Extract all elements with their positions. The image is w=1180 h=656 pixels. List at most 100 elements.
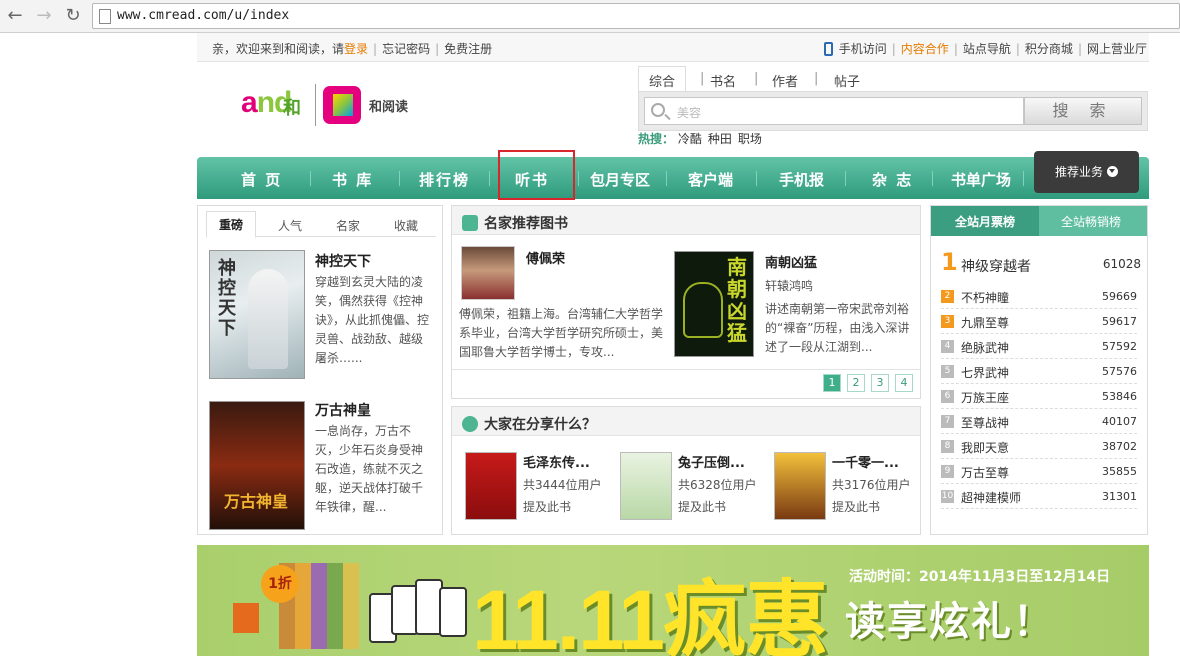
rank-value: 57576 (1102, 365, 1137, 378)
ranking-row[interactable]: 10 超神建模师 31301 (941, 484, 1137, 509)
share-mention[interactable]: 提及此书 (678, 498, 726, 515)
book-author[interactable]: 轩辕鸿鸣 (765, 277, 813, 296)
register-link[interactable]: 免费注册 (444, 42, 492, 56)
book-cover[interactable]: 神控天下 (209, 250, 305, 379)
mobile-phone-icon (823, 42, 833, 56)
nav-library[interactable]: 书 库 (332, 169, 373, 190)
site-nav-link[interactable]: 站点导航 (963, 42, 1011, 56)
nav-ranking[interactable]: 排行榜 (419, 169, 470, 190)
rank-title[interactable]: 至尊战神 (961, 414, 1009, 431)
search-input[interactable]: 美容 (644, 97, 1024, 125)
tab-heavy[interactable]: 重磅 (206, 211, 257, 238)
ranking-row[interactable]: 7 至尊战神 40107 (941, 409, 1137, 434)
content-cooperation-link[interactable]: 内容合作 (901, 42, 949, 56)
rank-number: 9 (941, 465, 954, 478)
nav-client[interactable]: 客户端 (688, 169, 733, 190)
rank-title[interactable]: 九鼎至尊 (961, 314, 1009, 331)
book-title[interactable]: 南朝凶猛 (765, 252, 817, 271)
hot-search-item[interactable]: 职场 (738, 132, 762, 146)
author-photo[interactable] (461, 246, 515, 300)
search-tab-all[interactable]: 综合 (638, 66, 687, 91)
book-cover[interactable]: 万古神皇 (209, 401, 305, 530)
hot-search-label: 热搜： (638, 132, 675, 146)
rank-title[interactable]: 不朽神瞳 (961, 289, 1009, 306)
author-name[interactable]: 傅佩荣 (526, 248, 565, 267)
login-link[interactable]: 登录 (344, 42, 368, 56)
share-users: 共6328位用户 (678, 478, 757, 492)
ranking-row[interactable]: 6 万族王座 53846 (941, 384, 1137, 409)
share-title[interactable]: 一千零一... (832, 452, 899, 471)
search-tab-author[interactable]: 作者 (772, 71, 798, 90)
share-title[interactable]: 毛泽东传... (523, 452, 590, 471)
online-hall-link[interactable]: 网上营业厅 (1087, 42, 1147, 56)
ranking-row[interactable]: 2 不朽神瞳 59669 (941, 284, 1137, 309)
share-item[interactable]: 一千零一... 共3176位用户 提及此书 (774, 452, 924, 522)
share-item[interactable]: 毛泽东传... 共3444位用户 提及此书 (465, 452, 615, 522)
page-2[interactable]: 2 (847, 374, 865, 392)
mobile-access-link[interactable]: 手机访问 (839, 42, 887, 56)
tab-popular[interactable]: 人气 (278, 217, 302, 234)
search-button[interactable]: 搜 索 (1024, 97, 1142, 125)
rank-number: 2 (941, 290, 954, 303)
forgot-password-link[interactable]: 忘记密码 (382, 42, 430, 56)
reload-icon[interactable]: ↻ (62, 5, 84, 27)
rank-number: 3 (941, 315, 954, 328)
share-panel: 大家在分享什么？ 毛泽东传... 共3444位用户 提及此书 兔子压倒... 共… (451, 406, 921, 535)
tab-monthly-ticket[interactable]: 全站月票榜 (931, 206, 1039, 236)
ranking-row[interactable]: 4 绝脉武神 57592 (941, 334, 1137, 359)
panel-title: 大家在分享什么？ (462, 414, 596, 434)
share-mention[interactable]: 提及此书 (523, 498, 571, 515)
search-tab-title[interactable]: 书名 (710, 71, 736, 90)
page-1[interactable]: 1 (823, 374, 841, 392)
recommend-label: 推荐业务 (1054, 165, 1103, 179)
forward-icon[interactable]: → (33, 5, 55, 27)
share-item[interactable]: 兔子压倒... 共6328位用户 提及此书 (620, 452, 770, 522)
nav-home[interactable]: 首 页 (241, 169, 282, 190)
hot-search-item[interactable]: 种田 (708, 132, 732, 146)
rank-number: 10 (941, 490, 954, 503)
tab-favorite[interactable]: 收藏 (394, 217, 418, 234)
rank-value: 61028 (1102, 257, 1141, 271)
recommend-button[interactable]: 推荐业务 (1034, 151, 1139, 193)
tab-bestseller[interactable]: 全站畅销榜 (1061, 213, 1121, 230)
rank-title[interactable]: 万古至尊 (961, 464, 1009, 481)
book-cover[interactable] (774, 452, 826, 520)
points-mall-link[interactable]: 积分商城 (1025, 42, 1073, 56)
ranking-row[interactable]: 9 万古至尊 35855 (941, 459, 1137, 484)
site-logo[interactable]: and 和 和阅读 (241, 80, 426, 130)
rank-title[interactable]: 绝脉武神 (961, 339, 1009, 356)
rank-title[interactable]: 万族王座 (961, 389, 1009, 406)
book-title[interactable]: 神控天下 (315, 251, 371, 271)
book-cover[interactable] (620, 452, 672, 520)
tab-famous[interactable]: 名家 (336, 217, 360, 234)
search-icon (651, 103, 665, 117)
rank-title[interactable]: 神级穿越者 (961, 256, 1031, 276)
book-cover[interactable]: 南朝凶猛 (674, 251, 754, 357)
book-cover[interactable] (465, 452, 517, 520)
rank-title[interactable]: 超神建模师 (961, 489, 1021, 506)
promo-banner[interactable]: 1折 11.11疯惠 活动时间：2014年11月3日至12月14日 读享炫礼！ (197, 545, 1149, 656)
ranking-row[interactable]: 3 九鼎至尊 59617 (941, 309, 1137, 334)
nav-magazine[interactable]: 杂 志 (872, 169, 913, 190)
rank-title[interactable]: 我即天意 (961, 439, 1009, 456)
ranking-row[interactable]: 8 我即天意 38702 (941, 434, 1137, 459)
rank-value: 31301 (1102, 490, 1137, 503)
nav-monthly[interactable]: 包月专区 (590, 169, 650, 190)
page-3[interactable]: 3 (871, 374, 889, 392)
ranking-row[interactable]: 1 神级穿越者 61028 (941, 248, 1141, 278)
share-title[interactable]: 兔子压倒... (678, 452, 745, 471)
url-text[interactable]: www.cmread.com/u/index (117, 8, 289, 23)
back-icon[interactable]: ← (4, 5, 26, 27)
hot-search-item[interactable]: 冷酷 (678, 132, 702, 146)
book-title[interactable]: 万古神皇 (315, 400, 371, 420)
hot-search: 热搜： 冷酷 种田 职场 (638, 130, 768, 147)
nav-booklist[interactable]: 书单广场 (951, 169, 1011, 190)
ranking-row[interactable]: 5 七界武神 57576 (941, 359, 1137, 384)
share-users: 共3176位用户 (832, 478, 911, 492)
search-tab-post[interactable]: 帖子 (834, 71, 860, 90)
share-mention[interactable]: 提及此书 (832, 498, 880, 515)
nav-mobile-news[interactable]: 手机报 (779, 169, 824, 190)
address-bar[interactable]: www.cmread.com/u/index (92, 3, 1180, 29)
page-4[interactable]: 4 (895, 374, 913, 392)
rank-title[interactable]: 七界武神 (961, 364, 1009, 381)
